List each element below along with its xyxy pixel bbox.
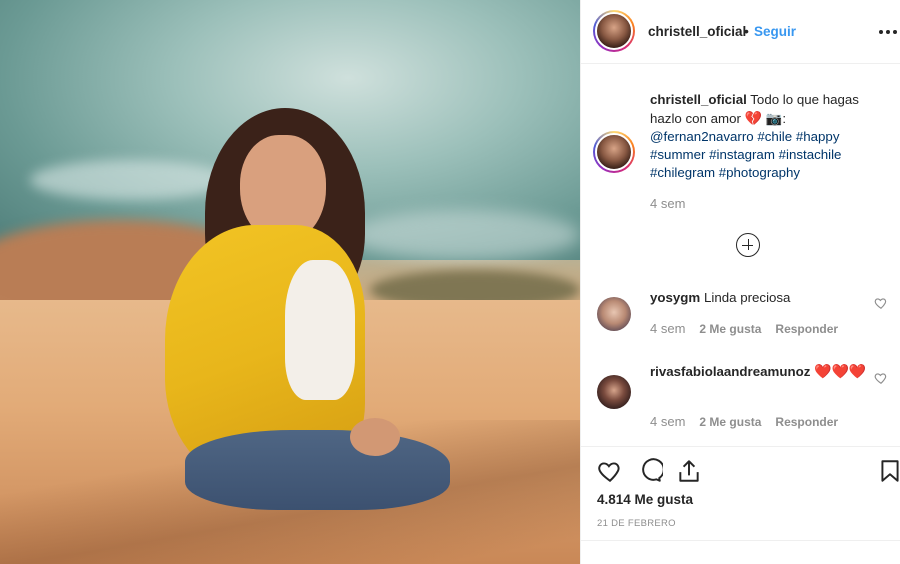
comment-text: rivasfabiolaandreamunoz ❤️❤️❤️ — [650, 362, 870, 381]
comment-meta: 4 sem 2 Me gusta Responder — [650, 414, 838, 429]
comment-like-heart-icon[interactable] — [874, 371, 888, 385]
comment-body: Linda preciosa — [703, 290, 791, 305]
reply-button[interactable]: Responder — [775, 415, 838, 429]
author-username[interactable]: christell_oficial — [648, 24, 746, 39]
follow-button[interactable]: Seguir — [754, 24, 796, 39]
post-actions: 4.814 Me gusta 21 DE FEBRERO — [581, 446, 900, 564]
likes-count[interactable]: 4.814 Me gusta — [597, 492, 693, 507]
comment-username[interactable]: rivasfabiolaandreamunoz — [650, 364, 810, 379]
load-more-comments-icon[interactable] — [736, 233, 760, 257]
commenter-avatar[interactable] — [597, 297, 631, 331]
author-avatar[interactable] — [593, 10, 635, 52]
comment-like-heart-icon[interactable] — [874, 296, 888, 310]
add-comment-bar — [581, 540, 900, 564]
comment-likes[interactable]: 2 Me gusta — [699, 322, 761, 336]
hashtag[interactable]: #happy — [796, 129, 840, 144]
comment-meta: 4 sem 2 Me gusta Responder — [650, 321, 838, 336]
share-upload-icon[interactable] — [676, 458, 702, 484]
caption-time[interactable]: 4 sem — [650, 196, 685, 211]
comment-bubble-icon[interactable] — [637, 458, 663, 484]
caption: christell_oficial Todo lo que hagas hazl… — [581, 64, 900, 257]
post-header: christell_oficial • Seguir — [581, 0, 900, 64]
caption-username[interactable]: christell_oficial — [650, 92, 747, 107]
hashtag[interactable]: #summer — [650, 147, 705, 162]
comment-username[interactable]: yosygm — [650, 290, 700, 305]
comment-body: ❤️❤️❤️ — [814, 363, 867, 379]
like-heart-icon[interactable] — [597, 458, 623, 484]
camera-emoji: 📷 — [765, 111, 783, 126]
caption-mention[interactable]: @fernan2navarro — [650, 129, 754, 144]
hashtag[interactable]: #chile — [757, 129, 792, 144]
comment-time[interactable]: 4 sem — [650, 414, 685, 429]
photo-person — [0, 0, 580, 564]
reply-button[interactable]: Responder — [775, 322, 838, 336]
comment-text: yosygm Linda preciosa — [650, 289, 870, 307]
caption-text: christell_oficial Todo lo que hagas hazl… — [650, 92, 859, 180]
hashtag[interactable]: #photography — [719, 165, 800, 180]
post-photo[interactable] — [0, 0, 580, 564]
comment-likes[interactable]: 2 Me gusta — [699, 415, 761, 429]
broken-heart-emoji: 💔 — [744, 110, 763, 126]
hashtag[interactable]: #chilegram — [650, 165, 715, 180]
commenter-avatar[interactable] — [597, 375, 631, 409]
comment-time[interactable]: 4 sem — [650, 321, 685, 336]
comment-item: yosygm Linda preciosa 4 sem 2 Me gusta R… — [581, 287, 900, 347]
bookmark-save-icon[interactable] — [877, 458, 900, 484]
post-date[interactable]: 21 DE FEBRERO — [597, 518, 676, 529]
separator-dot: • — [744, 23, 749, 39]
more-horizontal-icon[interactable] — [879, 22, 899, 42]
caption-avatar[interactable] — [593, 131, 635, 173]
comment-item: rivasfabiolaandreamunoz ❤️❤️❤️ 4 sem 2 M… — [581, 362, 900, 434]
hashtag[interactable]: #instachile — [779, 147, 842, 162]
post-panel: christell_oficial • Seguir christell_ofi… — [580, 0, 900, 564]
hashtag[interactable]: #instagram — [709, 147, 775, 162]
